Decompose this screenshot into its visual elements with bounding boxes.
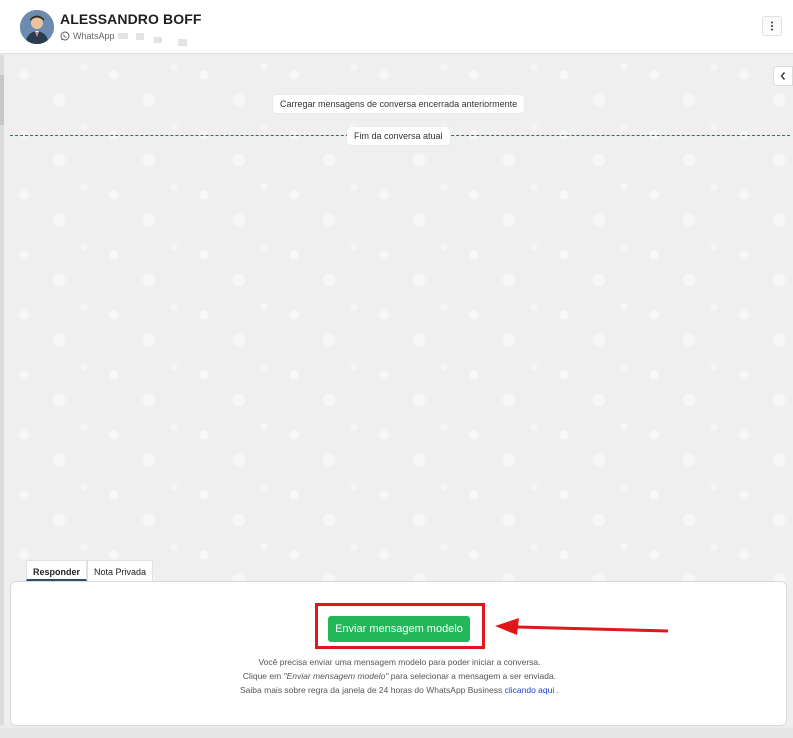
avatar-image	[20, 10, 54, 44]
redacted-number	[178, 39, 187, 46]
chevron-left-icon	[780, 72, 786, 80]
redacted-number	[136, 33, 144, 40]
end-of-conversation-label: Fim da conversa atual	[347, 127, 450, 145]
conversation-menu-button[interactable]	[762, 16, 782, 36]
info-line-3: Saiba mais sobre regra da janela de 24 h…	[240, 685, 559, 695]
load-previous-messages-button[interactable]: Carregar mensagens de conversa encerrada…	[273, 95, 525, 113]
conversation-header: ALESSANDRO BOFF WhatsApp	[0, 0, 793, 54]
info-line-2: Clique em "Enviar mensagem modelo" para …	[242, 671, 557, 681]
tab-private-note[interactable]: Nota Privada	[87, 560, 154, 581]
sidebar-edge	[0, 55, 4, 725]
bottom-edge	[0, 728, 793, 738]
template-info-text: Você precisa enviar uma mensagem modelo …	[11, 655, 788, 697]
send-template-message-button[interactable]: Enviar mensagem modelo	[328, 616, 470, 642]
contact-name: ALESSANDRO BOFF	[60, 11, 202, 27]
learn-more-link[interactable]: clicando aqui	[505, 685, 555, 695]
whatsapp-icon	[60, 31, 70, 41]
tab-reply[interactable]: Responder	[26, 560, 88, 581]
redacted-number	[118, 33, 128, 39]
composer-tabs: Responder Nota Privada	[26, 560, 154, 581]
collapse-panel-button[interactable]	[773, 66, 793, 86]
redacted-number	[154, 37, 162, 43]
vertical-dots-icon	[771, 21, 773, 31]
channel-label: WhatsApp	[73, 31, 115, 41]
info-line-1: Você precisa enviar uma mensagem modelo …	[258, 657, 541, 667]
channel-info: WhatsApp	[60, 31, 115, 41]
contact-avatar[interactable]	[20, 10, 54, 44]
red-arrow-icon	[495, 618, 669, 635]
composer-panel: Enviar mensagem modelo Você precisa envi…	[10, 581, 787, 726]
